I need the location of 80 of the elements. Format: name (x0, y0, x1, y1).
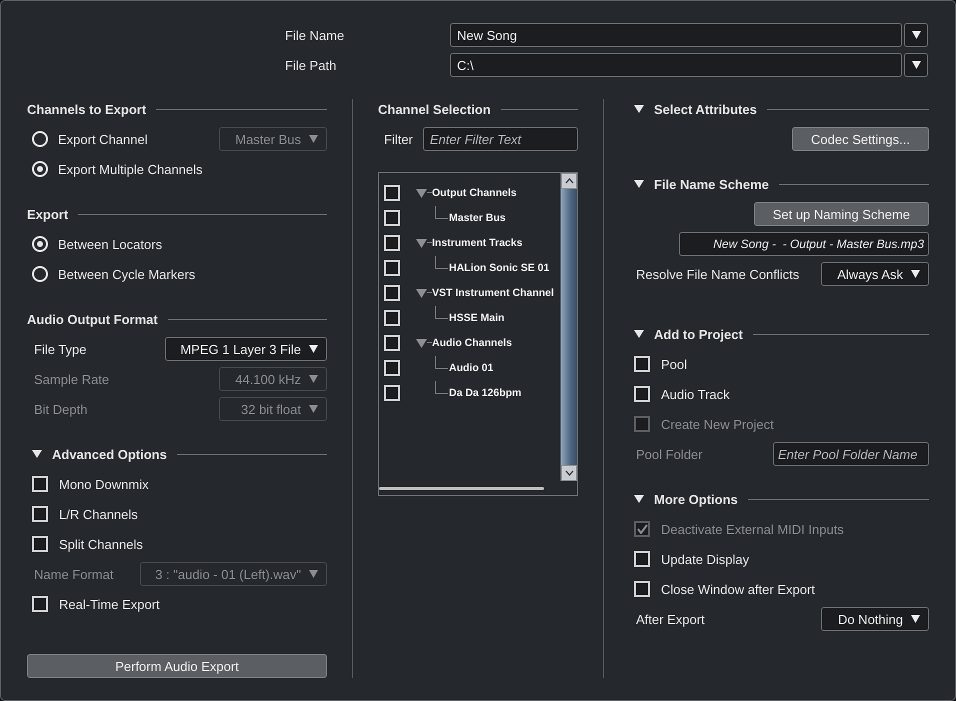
collapse-triangle-icon[interactable] (634, 104, 644, 114)
caret-icon (912, 31, 920, 39)
checkbox-label: Pool (661, 356, 688, 372)
caret-icon (911, 615, 920, 623)
text-field[interactable]: New Song - - Output - Master Bus.mp3 (679, 232, 929, 256)
field-label: File Name (285, 28, 346, 42)
tree-item[interactable]: Audio 01 (449, 362, 494, 374)
dropdown-button[interactable] (904, 23, 928, 47)
section-title: Channel Selection (378, 102, 491, 116)
checkbox-label: Real-Time Export (59, 596, 160, 612)
text-field[interactable]: C:\ (450, 53, 902, 77)
scroll-up-button[interactable] (561, 173, 577, 189)
checkbox-label: Deactivate External MIDI Inputs (661, 522, 844, 536)
collapse-triangle-icon[interactable] (634, 494, 644, 504)
collapse-triangle-icon[interactable] (634, 179, 644, 189)
scrollbar-thumb[interactable] (561, 189, 577, 465)
dropdown-button[interactable] (904, 53, 928, 77)
collapse-triangle-icon[interactable] (634, 329, 644, 339)
caret-icon (309, 345, 318, 353)
tree-item[interactable]: HSSE Main (449, 312, 504, 324)
caret-icon (309, 375, 318, 383)
horizontal-scrollbar[interactable] (379, 486, 544, 490)
tree-item[interactable]: HALion Sonic SE 01 (449, 262, 550, 274)
field-label: Filter (384, 132, 413, 146)
filter-field[interactable]: Enter Filter Text (422, 127, 578, 151)
scroll-down-button[interactable] (561, 465, 577, 481)
section-title: Export (27, 206, 68, 222)
caret-icon (309, 570, 318, 578)
section-title: More Options (654, 492, 738, 506)
action-button[interactable]: Set up Naming Scheme (754, 202, 929, 226)
checkbox-label: L/R Channels (59, 506, 138, 522)
field-label: After Export (635, 612, 705, 626)
export-button[interactable]: Perform Audio Export (27, 654, 327, 678)
field-label: Name Format (33, 566, 114, 582)
caret-icon (911, 270, 920, 278)
tree-item[interactable]: Master Bus (449, 212, 506, 224)
checkbox-label: Create New Project (661, 416, 774, 432)
caret-icon (309, 135, 318, 143)
dropdown[interactable]: MPEG 1 Layer 3 File (165, 337, 327, 361)
checkmark-icon (636, 524, 648, 534)
text-field[interactable]: New Song (450, 23, 902, 47)
section-title: File Name Scheme (654, 176, 769, 192)
dropdown[interactable]: Always Ask (821, 262, 929, 286)
vertical-scrollbar[interactable] (560, 173, 577, 481)
checkbox-label: Split Channels (59, 536, 143, 552)
caret-icon (309, 405, 318, 413)
field-label: Pool Folder (635, 446, 702, 462)
option-label: Export Multiple Channels (58, 162, 203, 176)
action-button[interactable]: Codec Settings... (792, 127, 929, 151)
radio-button[interactable] (32, 266, 48, 282)
field-label: File Path (285, 58, 338, 72)
checkbox-label: Close Window after Export (661, 582, 815, 596)
field-label: Sample Rate (33, 372, 110, 386)
radio-button[interactable] (32, 131, 48, 147)
section-title: Add to Project (654, 326, 743, 342)
checkbox-label: Audio Track (661, 386, 730, 402)
option-label: Between Cycle Markers (58, 266, 196, 282)
radio-button[interactable] (32, 161, 48, 177)
section-title: Channels to Export (27, 102, 146, 116)
field-label: File Type (33, 342, 87, 356)
option-label: Export Channel (58, 132, 148, 146)
section-title: Select Attributes (654, 102, 757, 116)
checkbox-label: Mono Downmix (59, 476, 149, 492)
field-label: Bit Depth (33, 402, 88, 416)
section-title: Advanced Options (52, 446, 167, 462)
caret-icon (912, 61, 920, 69)
dropdown[interactable]: Do Nothing (821, 607, 929, 631)
checkbox-label: Update Display (661, 552, 750, 566)
chevron-down-icon (564, 470, 574, 476)
collapse-triangle-icon[interactable] (32, 449, 42, 459)
radio-button[interactable] (32, 236, 48, 252)
tree-item[interactable]: Audio Channels (432, 336, 512, 348)
option-label: Between Locators (58, 236, 162, 252)
tree-item[interactable]: Instrument Tracks (432, 236, 522, 248)
tree-item[interactable]: Output Channels (432, 186, 517, 198)
tree-item[interactable]: VST Instrument Channel (432, 286, 554, 298)
section-title: Audio Output Format (27, 312, 158, 326)
tree-item[interactable]: Da Da 126bpm (449, 386, 522, 398)
field-label: Resolve File Name Conflicts (635, 266, 800, 282)
chevron-up-icon (564, 178, 574, 184)
